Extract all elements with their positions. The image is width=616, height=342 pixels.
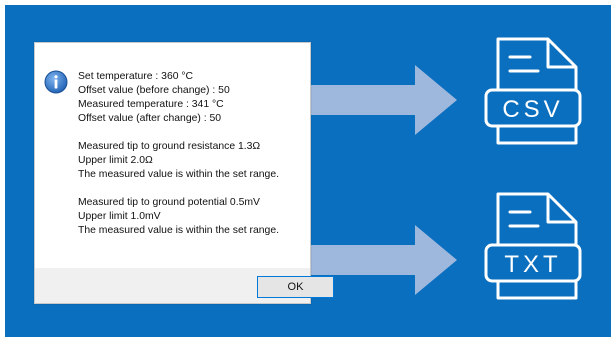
dialog-message: Set temperature : 360 °C Offset value (b… <box>78 70 306 238</box>
message-line: Upper limit 1.0mV <box>78 211 161 222</box>
message-line: Measured tip to ground resistance 1.3Ω <box>78 141 261 152</box>
message-line: Offset value (after change) : 50 <box>78 113 222 124</box>
ok-button[interactable]: OK <box>257 276 334 298</box>
txt-file-icon: TXT <box>484 192 582 300</box>
dialog-body: Set temperature : 360 °C Offset value (b… <box>35 43 310 269</box>
message-line: Measured temperature : 341 °C <box>78 99 224 110</box>
dialog-footer: OK <box>35 268 334 303</box>
message-line: The measured value is within the set ran… <box>78 169 279 180</box>
message-line: Upper limit 2.0Ω <box>78 155 153 166</box>
message-line: The measured value is within the set ran… <box>78 225 279 236</box>
txt-label: TXT <box>504 251 561 278</box>
info-icon <box>44 70 68 94</box>
csv-document: CSV <box>480 35 585 150</box>
txt-document: TXT <box>480 190 585 305</box>
message-line: Offset value (before change) : 50 <box>78 85 230 96</box>
message-line: Measured tip to ground potential 0.5mV <box>78 197 260 208</box>
message-line: Set temperature : 360 °C <box>78 71 194 82</box>
csv-label: CSV <box>502 96 563 123</box>
csv-file-icon: CSV <box>484 37 582 145</box>
message-dialog: Set temperature : 360 °C Offset value (b… <box>34 42 334 304</box>
background-panel: CSV TXT Set temperature: 360 °C Offset … <box>5 5 611 337</box>
arrow-to-csv-icon <box>305 65 457 135</box>
